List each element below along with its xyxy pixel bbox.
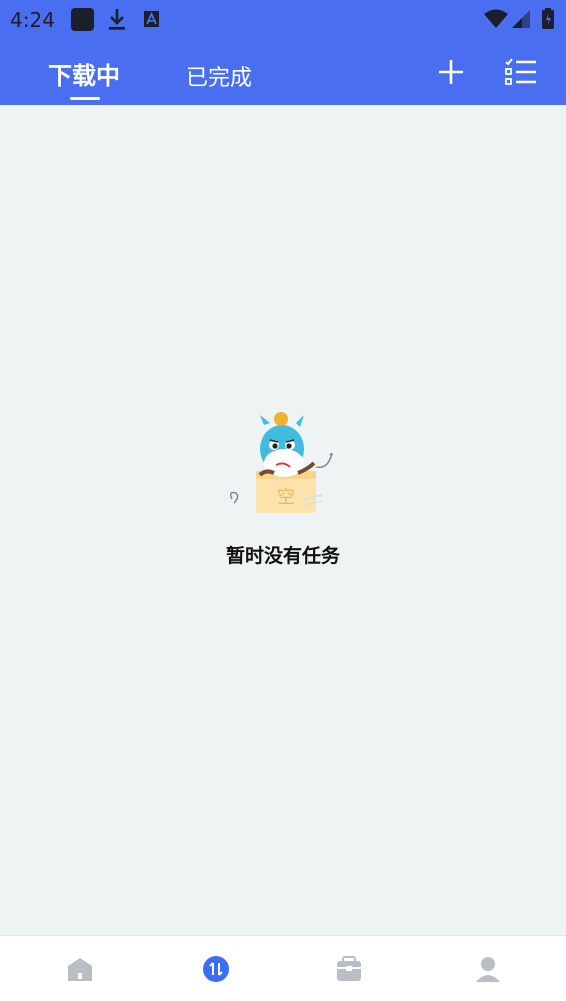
- box-label: 空: [277, 487, 295, 508]
- tab-completed[interactable]: 已完成: [186, 60, 252, 92]
- profile-icon[interactable]: [473, 954, 503, 984]
- add-icon[interactable]: [437, 58, 465, 90]
- app-header: 4:24 下载中 已完成: [0, 0, 566, 105]
- download-icon: [107, 6, 127, 36]
- download-list-area[interactable]: 空 暂时没有任务: [0, 105, 566, 935]
- signal-icon: [511, 6, 531, 36]
- status-bar: 4:24: [0, 0, 566, 38]
- empty-message: 暂时没有任务: [225, 545, 340, 567]
- tab-downloading[interactable]: 下载中: [48, 56, 120, 91]
- notification-square-icon: [71, 6, 95, 36]
- home-icon[interactable]: [65, 954, 95, 984]
- transfer-icon[interactable]: [201, 954, 231, 984]
- battery-icon: [541, 6, 555, 36]
- task-list-icon[interactable]: [504, 57, 538, 91]
- wifi-icon: [484, 6, 508, 36]
- font-a-icon: [143, 6, 161, 36]
- status-time: 4:24: [10, 8, 55, 32]
- tab-bar: 下载中 已完成: [0, 52, 566, 102]
- active-tab-indicator: [70, 97, 100, 100]
- toolbox-icon[interactable]: [334, 954, 364, 984]
- bottom-navigation: [0, 935, 566, 1001]
- empty-box-mascot-icon: 空: [226, 411, 342, 517]
